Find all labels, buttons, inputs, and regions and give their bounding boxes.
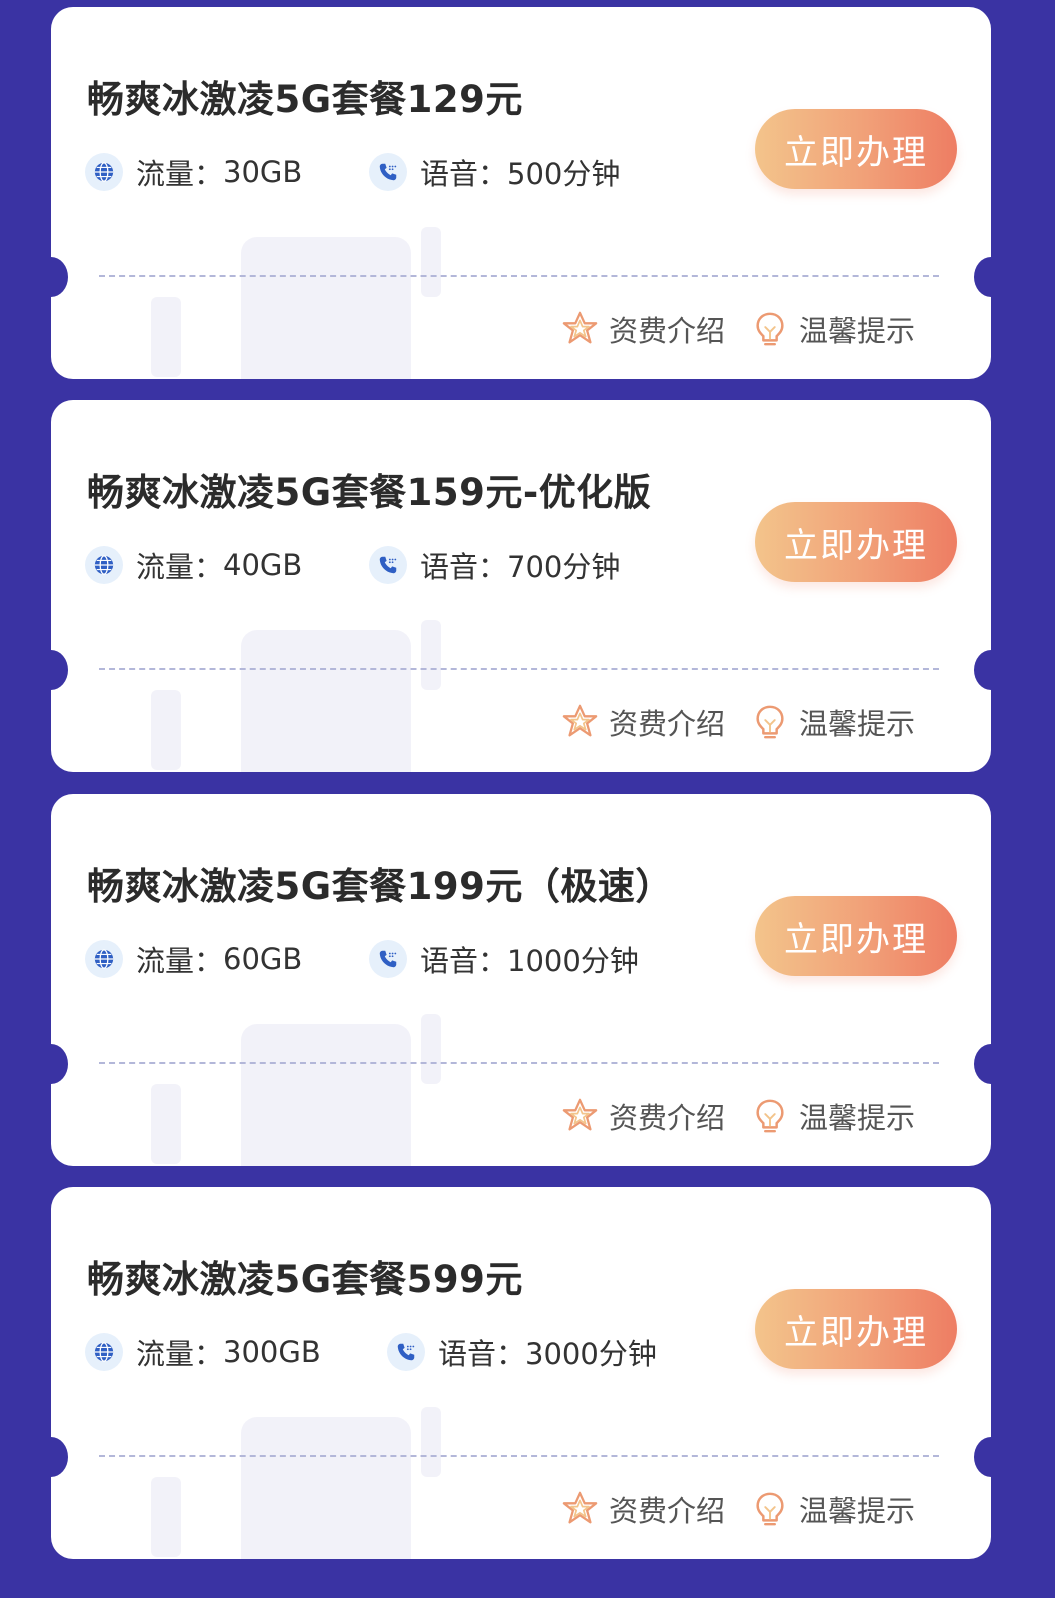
apply-button[interactable]: 立即办理 — [755, 109, 957, 189]
plan-card: 畅爽冰激凌5G套餐129元 流量： 30GB 语音： 500分钟 立即办理 资费… — [51, 7, 991, 379]
fee-intro-label: 资费介绍 — [609, 1101, 726, 1135]
star-icon — [562, 311, 598, 344]
star-icon — [562, 704, 598, 737]
apply-button[interactable]: 立即办理 — [755, 896, 957, 976]
dashed-divider — [99, 668, 939, 670]
globe-icon — [85, 940, 123, 978]
dashed-divider — [99, 1455, 939, 1457]
voice-value: 1000分钟 — [507, 944, 639, 978]
plan-card: 畅爽冰激凌5G套餐159元-优化版 流量： 40GB 语音： 700分钟 立即办… — [51, 400, 991, 772]
tips-link[interactable]: 温馨提示 — [751, 307, 915, 351]
dashed-divider — [99, 1062, 939, 1064]
data-label: 流量： — [136, 944, 224, 978]
data-label: 流量： — [136, 1337, 224, 1371]
fee-intro-link[interactable]: 资费介绍 — [561, 1487, 725, 1531]
star-icon — [562, 1098, 598, 1131]
phone-icon — [369, 153, 407, 191]
data-label: 流量： — [136, 157, 224, 191]
voice-value: 3000分钟 — [525, 1337, 657, 1371]
voice-label: 语音： — [438, 1337, 526, 1371]
plan-title: 畅爽冰激凌5G套餐599元 — [87, 1258, 523, 1301]
data-spec: 流量： 30GB — [85, 152, 302, 192]
lightbulb-icon — [756, 1099, 784, 1133]
voice-spec: 语音： 1000分钟 — [369, 939, 639, 979]
tips-label: 温馨提示 — [799, 314, 916, 348]
voice-label: 语音： — [420, 944, 508, 978]
tips-label: 温馨提示 — [799, 1494, 916, 1528]
voice-spec: 语音： 700分钟 — [369, 545, 620, 585]
data-value: 300GB — [223, 1335, 321, 1369]
fee-intro-link[interactable]: 资费介绍 — [561, 1094, 725, 1138]
tips-label: 温馨提示 — [799, 707, 916, 741]
dashed-divider — [99, 275, 939, 277]
5g-illustration — [151, 620, 441, 772]
lightbulb-icon — [756, 705, 784, 739]
tips-link[interactable]: 温馨提示 — [751, 700, 915, 744]
star-icon — [562, 1491, 598, 1524]
fee-intro-label: 资费介绍 — [609, 1494, 726, 1528]
voice-label: 语音： — [420, 157, 508, 191]
data-value: 30GB — [223, 155, 303, 189]
fee-intro-label: 资费介绍 — [609, 314, 726, 348]
voice-label: 语音： — [420, 550, 508, 584]
lightbulb-icon — [756, 1492, 784, 1526]
plan-card: 畅爽冰激凌5G套餐599元 流量： 300GB 语音： 3000分钟 立即办理 … — [51, 1187, 991, 1559]
data-spec: 流量： 40GB — [85, 545, 302, 585]
globe-icon — [85, 153, 123, 191]
voice-spec: 语音： 3000分钟 — [387, 1332, 657, 1372]
phone-icon — [387, 1333, 425, 1371]
tips-label: 温馨提示 — [799, 1101, 916, 1135]
data-spec: 流量： 60GB — [85, 939, 302, 979]
fee-intro-label: 资费介绍 — [609, 707, 726, 741]
data-value: 40GB — [223, 548, 303, 582]
voice-value: 500分钟 — [507, 157, 621, 191]
plan-title: 畅爽冰激凌5G套餐159元-优化版 — [87, 471, 652, 514]
5g-illustration — [151, 1014, 441, 1166]
tips-link[interactable]: 温馨提示 — [751, 1487, 915, 1531]
fee-intro-link[interactable]: 资费介绍 — [561, 700, 725, 744]
plan-title: 畅爽冰激凌5G套餐129元 — [87, 78, 523, 121]
plan-title: 畅爽冰激凌5G套餐199元（极速） — [87, 865, 673, 908]
phone-icon — [369, 546, 407, 584]
5g-illustration — [151, 1407, 441, 1559]
apply-button[interactable]: 立即办理 — [755, 502, 957, 582]
apply-button[interactable]: 立即办理 — [755, 1289, 957, 1369]
5g-illustration — [151, 227, 441, 379]
voice-value: 700分钟 — [507, 550, 621, 584]
voice-spec: 语音： 500分钟 — [369, 152, 620, 192]
phone-icon — [369, 940, 407, 978]
globe-icon — [85, 546, 123, 584]
lightbulb-icon — [756, 312, 784, 346]
plan-card: 畅爽冰激凌5G套餐199元（极速） 流量： 60GB 语音： 1000分钟 立即… — [51, 794, 991, 1166]
data-value: 60GB — [223, 942, 303, 976]
fee-intro-link[interactable]: 资费介绍 — [561, 307, 725, 351]
tips-link[interactable]: 温馨提示 — [751, 1094, 915, 1138]
data-label: 流量： — [136, 550, 224, 584]
data-spec: 流量： 300GB — [85, 1332, 321, 1372]
globe-icon — [85, 1333, 123, 1371]
